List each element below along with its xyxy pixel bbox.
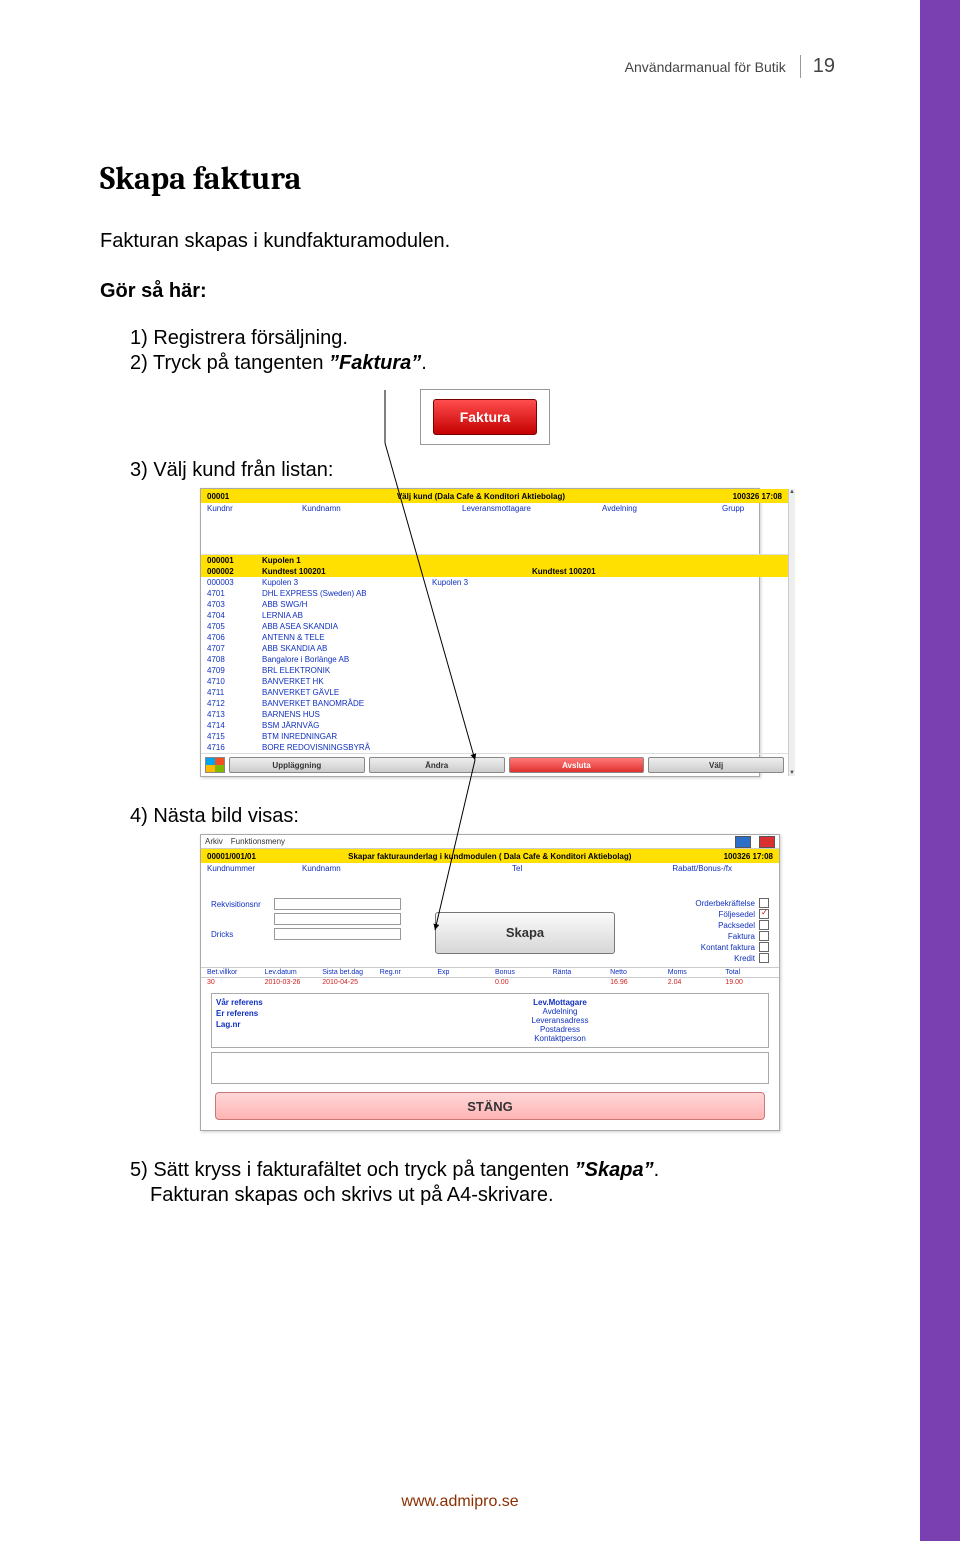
checkbox-faktura[interactable] <box>759 931 769 941</box>
minimize-icon[interactable] <box>735 836 751 848</box>
step-list-5: 5) Sätt kryss i fakturafältet och tryck … <box>130 1159 850 1207</box>
checkbox-orderbekräftelse[interactable] <box>759 898 769 908</box>
checkbox-följesedel[interactable] <box>759 909 769 919</box>
windows-icon[interactable] <box>205 757 225 773</box>
list-item[interactable]: 4706ANTENN & TELE <box>201 632 788 643</box>
list-item[interactable]: 4705ABB ASEA SKANDIA <box>201 621 788 632</box>
list-footer-buttons: Uppläggning Ändra Avsluta Välj <box>201 754 788 776</box>
step-4: 4) Nästa bild visas: <box>130 805 850 828</box>
valj-button[interactable]: Välj <box>648 757 784 773</box>
menu-arkiv[interactable]: Arkiv <box>205 837 223 846</box>
blank-input[interactable] <box>274 913 401 925</box>
checkbox-kredit[interactable] <box>759 953 769 963</box>
faktura-button[interactable]: Faktura <box>433 399 537 435</box>
list-column-headers: Kundnr Kundnamn Leveransmottagare Avdeln… <box>201 503 788 514</box>
customer-list-screenshot: 00001 Välj kund (Dala Cafe & Konditori A… <box>200 488 760 777</box>
andra-button[interactable]: Ändra <box>369 757 505 773</box>
invoice-form-screenshot: Arkiv Funktionsmeny 00001/001/01 Skapar … <box>200 834 780 1131</box>
reference-box: Vår referensEr referensLag.nr Lev.Mottag… <box>211 993 769 1048</box>
page-header: Användarmanual för Butik 19 <box>625 55 835 78</box>
checkbox-packsedel[interactable] <box>759 920 769 930</box>
avsluta-button[interactable]: Avsluta <box>509 757 645 773</box>
stang-button[interactable]: STÄNG <box>215 1092 765 1120</box>
menu-bar: Arkiv Funktionsmeny <box>201 835 779 849</box>
faktura-button-figure: Faktura <box>420 389 550 445</box>
step-1: 1) Registrera försäljning. <box>130 327 850 350</box>
customer-list[interactable]: 000001Kupolen 1000002Kundtest 100201Kund… <box>201 554 788 754</box>
list-item[interactable]: 4709BRL ELEKTRONIK <box>201 665 788 676</box>
side-accent-bar <box>920 0 960 1541</box>
step-list-3: 3) Välj kund från listan: <box>130 459 850 482</box>
list-item[interactable]: 4704LERNIA AB <box>201 610 788 621</box>
form-main-row: Rekvisitionsnr Dricks Skapa Orderbekräft… <box>201 890 779 967</box>
list-item[interactable]: 4707ABB SKANDIA AB <box>201 643 788 654</box>
rekvisitionsnr-input[interactable] <box>274 898 401 910</box>
list-item[interactable]: 000003Kupolen 3Kupolen 3 <box>201 577 788 588</box>
checkbox-kontant-faktura[interactable] <box>759 942 769 952</box>
left-inputs: Rekvisitionsnr Dricks <box>211 898 401 963</box>
list-item[interactable]: 4711BANVERKET GÄVLE <box>201 687 788 698</box>
list-item[interactable]: 000002Kundtest 100201Kundtest 100201 <box>201 566 788 577</box>
scrollbar[interactable]: ▲▼ <box>788 489 795 776</box>
list-item[interactable]: 4701DHL EXPRESS (Sweden) AB <box>201 588 788 599</box>
step-5b: Fakturan skapas och skrivs ut på A4-skri… <box>150 1184 850 1207</box>
upplaggning-button[interactable]: Uppläggning <box>229 757 365 773</box>
list-item[interactable]: 4703ABB SWG/H <box>201 599 788 610</box>
list-item[interactable]: 4715BTM INREDNINGAR <box>201 731 788 742</box>
list-item[interactable]: 4716BORE REDOVISNINGSBYRÅ <box>201 742 788 753</box>
step-3: 3) Välj kund från listan: <box>130 459 850 482</box>
step-2: 2) Tryck på tangenten ”Faktura”. <box>130 352 850 375</box>
list-item[interactable]: 4714BSM JÄRNVÄG <box>201 720 788 731</box>
list-item[interactable]: 4710BANVERKET HK <box>201 676 788 687</box>
heading-skapa-faktura: Skapa faktura <box>100 160 850 197</box>
empty-panel <box>211 1052 769 1084</box>
list-item[interactable]: 4708Bangalore i Borlänge AB <box>201 654 788 665</box>
step-list: 1) Registrera försäljning. 2) Tryck på t… <box>130 327 850 375</box>
close-icon[interactable] <box>759 836 775 848</box>
footer-url: www.admipro.se <box>0 1493 920 1511</box>
dricks-input[interactable] <box>274 928 401 940</box>
menu-funktionsmeny[interactable]: Funktionsmeny <box>231 837 285 846</box>
list-item[interactable]: 000001Kupolen 1 <box>201 555 788 566</box>
page-number: 19 <box>800 55 835 78</box>
summary-values: 302010-03-262010-04-250.0016.962.0419.00 <box>201 978 779 989</box>
intro-text: Fakturan skapas i kundfakturamodulen. <box>100 227 850 255</box>
how-label: Gör så här: <box>100 277 850 305</box>
step-list-4: 4) Nästa bild visas: <box>130 805 850 828</box>
list-titlebar: 00001 Välj kund (Dala Cafe & Konditori A… <box>201 489 788 503</box>
list-item[interactable]: 4712BANVERKET BANOMRÅDE <box>201 698 788 709</box>
skapa-button[interactable]: Skapa <box>435 912 615 954</box>
doc-type-checkboxes: OrderbekräftelseFöljesedelPacksedelFaktu… <box>649 898 769 963</box>
form-column-headers: Kundnummer Kundnamn Tel Rabatt/Bonus-/fx <box>201 863 779 874</box>
page-content: Användarmanual för Butik 19 Skapa faktur… <box>0 0 920 1229</box>
list-item[interactable]: 4713BARNENS HUS <box>201 709 788 720</box>
doc-title: Användarmanual för Butik <box>625 59 786 75</box>
step-5: 5) Sätt kryss i fakturafältet och tryck … <box>130 1159 850 1182</box>
form-titlebar: 00001/001/01 Skapar fakturaunderlag i ku… <box>201 849 779 863</box>
summary-headers: Bet.villkorLev.datumSista bet.dagReg.nrE… <box>201 967 779 978</box>
